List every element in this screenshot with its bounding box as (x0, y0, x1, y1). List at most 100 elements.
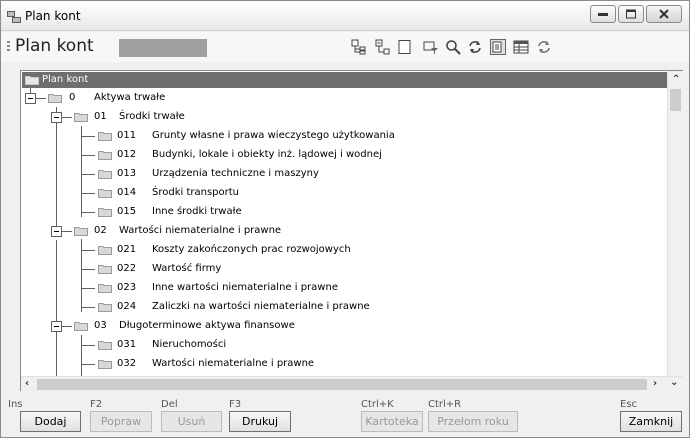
tree-connector (62, 231, 72, 232)
account-name[interactable]: Budynki, lokale i obiekty inż. lądowej i… (152, 149, 382, 160)
card-hotkey: Ctrl+K (361, 399, 394, 410)
folder-icon (98, 169, 112, 179)
tree-root-row[interactable]: Plan kont (22, 72, 667, 88)
account-code[interactable]: 032 (117, 358, 136, 369)
tree-connector (56, 107, 57, 236)
tree-connector (62, 326, 72, 327)
account-code[interactable]: 0 (69, 92, 75, 103)
folder-icon (25, 75, 39, 85)
vertical-scrollbar[interactable]: ⌃ (667, 71, 683, 376)
account-name[interactable]: Inne środki trwałe (152, 206, 242, 217)
horizontal-scroll-thumb[interactable] (37, 379, 647, 390)
folder-icon (74, 112, 88, 122)
maximize-button[interactable] (618, 5, 644, 23)
year-end-button[interactable]: Przełom roku (428, 411, 518, 432)
account-code[interactable]: 01 (94, 111, 107, 122)
folder-icon (98, 131, 112, 141)
account-name[interactable]: Inne wartości niematerialne i prawne (152, 282, 338, 293)
edit-hotkey: F2 (90, 399, 103, 410)
tree-connector (81, 269, 95, 270)
account-name[interactable]: Nieruchomości (152, 339, 226, 350)
account-code[interactable]: 03 (94, 320, 107, 331)
account-name[interactable]: Wartości niematerialne i prawne (119, 225, 281, 236)
print-hotkey: F3 (229, 399, 242, 410)
collapse-toggle-icon[interactable] (51, 321, 62, 332)
tree-connector (81, 250, 95, 251)
collapse-tree-icon[interactable] (375, 39, 391, 55)
account-name[interactable]: Zaliczki na wartości niematerialne i pra… (152, 301, 370, 312)
tree-connector (81, 345, 95, 346)
folder-icon (98, 245, 112, 255)
tree-connector (81, 307, 95, 308)
expand-tree-icon[interactable] (351, 39, 367, 55)
account-name[interactable]: Aktywa trwałe (94, 92, 165, 103)
account-name[interactable]: Środki transportu (152, 187, 239, 198)
scroll-right-icon[interactable]: › (653, 379, 657, 389)
account-code[interactable]: 011 (117, 130, 136, 141)
account-code[interactable]: 013 (117, 168, 136, 179)
tree-connector (81, 193, 95, 194)
plan-kont-window: Plan kont Plan kont Plan kont 0 Aktywa t… (0, 0, 690, 438)
account-code[interactable]: 022 (117, 263, 136, 274)
folder-icon (98, 359, 112, 369)
search-field[interactable] (119, 39, 207, 57)
account-code[interactable]: 024 (117, 301, 136, 312)
folder-icon (74, 226, 88, 236)
collapse-toggle-icon[interactable] (25, 93, 36, 104)
vertical-scroll-thumb[interactable] (670, 89, 681, 111)
drag-grip-icon[interactable] (7, 41, 10, 53)
tree-connector (81, 364, 95, 365)
refresh-icon[interactable] (467, 39, 483, 55)
minimize-button[interactable] (590, 5, 616, 23)
account-name[interactable]: Grunty własne i prawa wieczystego użytko… (152, 130, 395, 141)
account-code[interactable]: 023 (117, 282, 136, 293)
folder-icon (98, 150, 112, 160)
blank-page-icon[interactable] (397, 39, 413, 55)
account-code[interactable]: 02 (94, 225, 107, 236)
account-name[interactable]: Koszty zakończonych prac rozwojowych (152, 244, 351, 255)
title-bar[interactable]: Plan kont (1, 1, 689, 31)
page-title: Plan kont (15, 36, 94, 56)
folder-icon (48, 93, 62, 103)
account-name[interactable]: Środki trwałe (119, 111, 185, 122)
folder-icon (98, 302, 112, 312)
table-grid-icon[interactable] (513, 39, 529, 55)
scroll-up-icon[interactable]: ⌃ (672, 75, 680, 85)
horizontal-scrollbar[interactable]: ‹ › ⌄ (21, 376, 683, 391)
account-name[interactable]: Urządzenia techniczne i maszyny (152, 168, 319, 179)
account-code[interactable]: 012 (117, 149, 136, 160)
tree-root-label: Plan kont (42, 74, 89, 85)
folder-icon (98, 283, 112, 293)
tree-connector (81, 155, 95, 156)
folder-icon (98, 188, 112, 198)
account-name[interactable]: Wartość firmy (152, 263, 221, 274)
document-view-icon[interactable] (490, 39, 506, 55)
add-button[interactable]: Dodaj (20, 411, 81, 432)
close-window-button[interactable] (646, 5, 682, 23)
account-code[interactable]: 021 (117, 244, 136, 255)
tree-connector (81, 288, 95, 289)
account-name[interactable]: Wartości niematerialne i prawne (152, 358, 314, 369)
window-title: Plan kont (25, 9, 81, 23)
edit-button[interactable]: Popraw (90, 411, 152, 432)
account-code[interactable]: 015 (117, 206, 136, 217)
scroll-down-icon[interactable]: ⌄ (670, 378, 678, 388)
card-button[interactable]: Kartoteka (361, 411, 423, 432)
delete-button[interactable]: Usuń (161, 411, 222, 432)
folder-icon (98, 340, 112, 350)
sync-icon[interactable] (536, 39, 552, 55)
filter-icon[interactable] (423, 39, 439, 55)
close-button[interactable]: Zamknij (620, 411, 682, 432)
account-name[interactable]: Długoterminowe aktywa finansowe (119, 320, 295, 331)
collapse-toggle-icon[interactable] (51, 112, 62, 123)
print-button[interactable]: Drukuj (229, 411, 291, 432)
add-hotkey: Ins (8, 399, 23, 410)
accounts-tree[interactable]: Plan kont 0 Aktywa trwałe 01 Środki trwałe 0… (20, 70, 683, 391)
account-code[interactable]: 031 (117, 339, 136, 350)
collapse-toggle-icon[interactable] (51, 226, 62, 237)
account-code[interactable]: 014 (117, 187, 136, 198)
tree-rows: Plan kont 0 Aktywa trwałe 01 Środki trwałe 0… (21, 71, 667, 377)
scroll-left-icon[interactable]: ‹ (25, 379, 29, 389)
search-magnifier-icon[interactable] (445, 39, 461, 55)
network-computers-icon (7, 9, 21, 23)
